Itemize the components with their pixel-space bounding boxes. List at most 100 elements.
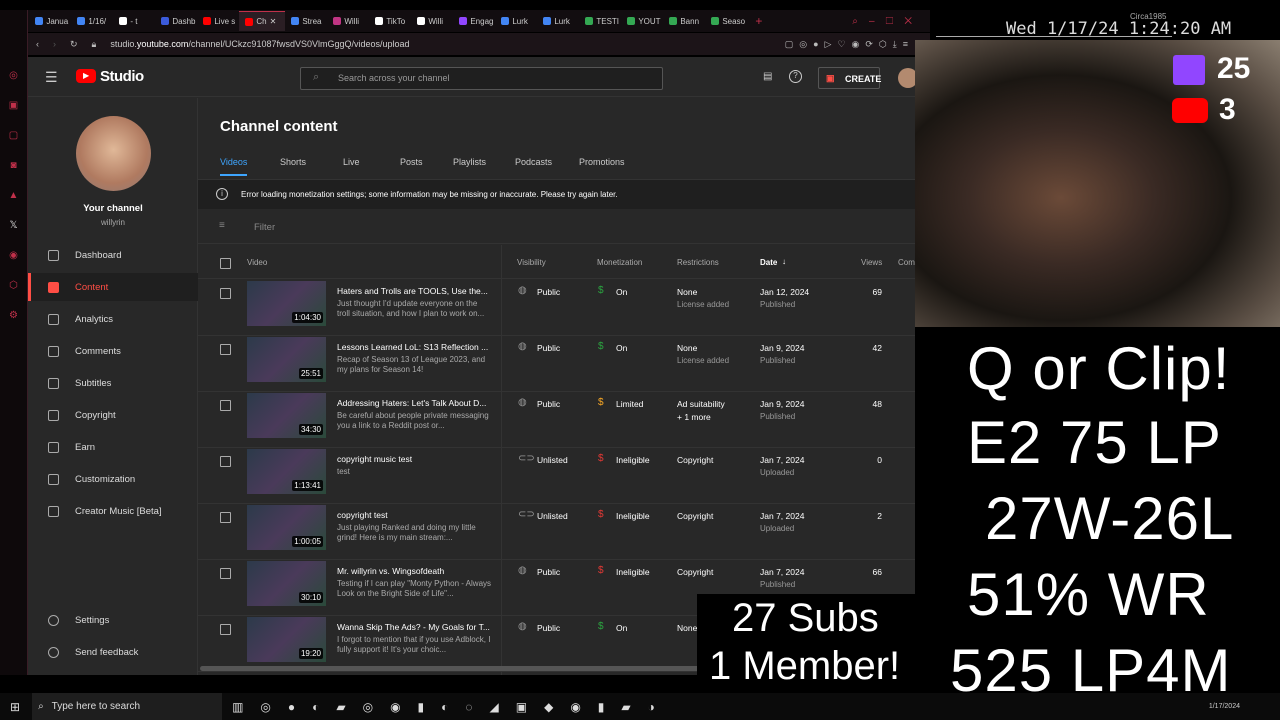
taskbar-search[interactable]: ⌕ Type here to search bbox=[32, 693, 223, 720]
sort-down-icon[interactable]: ↓ bbox=[782, 257, 786, 266]
video-row[interactable]: 1:13:41 copyright music test test ⊂⊃ Unl… bbox=[198, 448, 915, 504]
messenger-icon[interactable]: ◉ bbox=[0, 250, 27, 261]
video-row[interactable]: 34:30 Addressing Haters: Let's Talk Abou… bbox=[198, 392, 915, 448]
restriction-value[interactable]: Copyright bbox=[677, 455, 713, 465]
settings-icon[interactable]: ⚙ bbox=[0, 310, 27, 321]
sidebar-item[interactable]: Content bbox=[28, 273, 198, 301]
browser-tab[interactable]: Lurk bbox=[495, 11, 537, 31]
monetization-value[interactable]: Ineligible bbox=[616, 511, 650, 521]
row-checkbox[interactable] bbox=[220, 344, 231, 355]
back-icon[interactable]: ‹ bbox=[36, 39, 39, 49]
restriction-value[interactable]: None bbox=[677, 287, 697, 297]
monetization-value[interactable]: Limited bbox=[616, 399, 643, 409]
window-controls[interactable]: ⌕ – ☐ ✕ bbox=[852, 16, 912, 27]
column-restrictions[interactable]: Restrictions bbox=[677, 258, 719, 267]
video-title[interactable]: Addressing Haters: Let's Talk About D... bbox=[337, 398, 486, 408]
monetization-value[interactable]: On bbox=[616, 343, 627, 353]
browser-tab[interactable]: 1/16/ bbox=[71, 11, 113, 31]
video-row[interactable]: 1:04:30 Haters and Trolls are TOOLS, Use… bbox=[198, 280, 915, 336]
tab-promotions[interactable]: Promotions bbox=[579, 157, 625, 174]
account-avatar[interactable] bbox=[898, 68, 915, 88]
browser-tab[interactable]: Lurk bbox=[537, 11, 579, 31]
monetization-value[interactable]: On bbox=[616, 287, 627, 297]
video-thumbnail[interactable]: 19:20 bbox=[247, 617, 326, 662]
browser-tab[interactable]: Strea bbox=[285, 11, 327, 31]
search-input[interactable]: ⌕ Search across your channel bbox=[300, 67, 663, 90]
instagram-icon[interactable]: ◙ bbox=[0, 160, 27, 171]
sidebar-item[interactable]: Copyright bbox=[28, 401, 198, 429]
browser-tab[interactable]: Live s bbox=[197, 11, 239, 31]
browser-tab[interactable]: TESTI bbox=[579, 11, 621, 31]
row-checkbox[interactable] bbox=[220, 456, 231, 467]
sidebar-item[interactable]: Comments bbox=[28, 337, 198, 365]
visibility-value[interactable]: Public bbox=[537, 287, 560, 297]
windows-start-icon[interactable]: ⊞ bbox=[0, 700, 32, 714]
url-text[interactable]: studio.youtube.com/channel/UCkzc91087fws… bbox=[110, 39, 409, 49]
sidebar-item[interactable]: Earn bbox=[28, 433, 198, 461]
visibility-value[interactable]: Unlisted bbox=[537, 455, 568, 465]
studio-logo[interactable]: Studio bbox=[100, 68, 144, 85]
taskbar-apps[interactable]: ▥◎●◐▰◎◉▮◐◌◢▣◆◉▮▰◑ bbox=[232, 700, 672, 714]
visibility-value[interactable]: Public bbox=[537, 399, 560, 409]
monetization-value[interactable]: On bbox=[616, 623, 627, 633]
forward-icon[interactable]: › bbox=[53, 39, 56, 49]
column-visibility[interactable]: Visibility bbox=[517, 258, 546, 267]
row-checkbox[interactable] bbox=[220, 400, 231, 411]
video-title[interactable]: Mr. willyrin vs. Wingsofdeath bbox=[337, 566, 444, 576]
video-title[interactable]: Haters and Trolls are TOOLS, Use the... bbox=[337, 286, 488, 296]
video-thumbnail[interactable]: 1:04:30 bbox=[247, 281, 326, 326]
x-icon[interactable]: 𝕏 bbox=[0, 220, 27, 231]
video-title[interactable]: Wanna Skip The Ads? - My Goals for T... bbox=[337, 622, 490, 632]
browser-tab[interactable]: Ch ✕ bbox=[239, 11, 286, 31]
twitch-icon[interactable]: ▢ bbox=[0, 130, 27, 141]
browser-tab[interactable]: Dashb bbox=[155, 11, 197, 31]
help-icon[interactable]: ? bbox=[789, 70, 802, 83]
sidebar-item[interactable]: Dashboard bbox=[28, 241, 198, 269]
video-row[interactable]: 1:00:05 copyright test Just playing Rank… bbox=[198, 504, 915, 560]
row-checkbox[interactable] bbox=[220, 512, 231, 523]
reload-icon[interactable]: ↻ bbox=[70, 39, 78, 50]
restriction-value[interactable]: Copyright bbox=[677, 511, 713, 521]
column-views[interactable]: Views bbox=[861, 258, 882, 267]
your-channel-label[interactable]: Your channel bbox=[28, 203, 198, 214]
create-button[interactable]: ▣ CREATE bbox=[818, 67, 881, 89]
tab-videos[interactable]: Videos bbox=[220, 157, 248, 176]
tab-shorts[interactable]: Shorts bbox=[280, 157, 306, 174]
browser-tab[interactable]: Seaso bbox=[705, 11, 747, 31]
video-thumbnail[interactable]: 30:10 bbox=[247, 561, 326, 606]
tab-posts[interactable]: Posts bbox=[400, 157, 423, 174]
video-title[interactable]: Lessons Learned LoL: S13 Reflection ... bbox=[337, 342, 488, 352]
browser-tab[interactable]: YOUT bbox=[621, 11, 663, 31]
channel-avatar[interactable] bbox=[76, 116, 151, 191]
sidebar-item[interactable]: Subtitles bbox=[28, 369, 198, 397]
browser-tab[interactable]: Willi bbox=[327, 11, 369, 31]
tab-playlists[interactable]: Playlists bbox=[453, 157, 486, 174]
visibility-value[interactable]: Unlisted bbox=[537, 511, 568, 521]
browser-tab[interactable]: Willi bbox=[411, 11, 453, 31]
sidebar-item[interactable]: Send feedback bbox=[28, 638, 198, 666]
sidebar-item[interactable]: Creator Music [Beta] bbox=[28, 497, 198, 525]
aria-icon[interactable]: ▲ bbox=[0, 190, 27, 201]
tab-live[interactable]: Live bbox=[343, 157, 360, 174]
close-tab-icon[interactable]: ✕ bbox=[270, 17, 277, 26]
visibility-value[interactable]: Public bbox=[537, 343, 560, 353]
restriction-value[interactable]: None bbox=[677, 343, 697, 353]
column-comments[interactable]: Comm bbox=[898, 258, 915, 267]
new-tab-button[interactable]: + bbox=[755, 14, 762, 28]
restriction-value[interactable]: Copyright bbox=[677, 567, 713, 577]
video-title[interactable]: copyright test bbox=[337, 510, 388, 520]
feedback-icon[interactable]: ▤ bbox=[763, 71, 772, 82]
shopping-icon[interactable]: ▣ bbox=[0, 100, 27, 111]
browser-toolbar-icons[interactable]: ▢◎●▷♡◉⟳⬡⤓≡ bbox=[785, 39, 914, 50]
tab-podcasts[interactable]: Podcasts bbox=[515, 157, 552, 174]
browser-tab[interactable]: Engag bbox=[453, 11, 495, 31]
filter-icon[interactable]: ≡ bbox=[219, 220, 225, 231]
monetization-value[interactable]: Ineligible bbox=[616, 567, 650, 577]
browser-tab[interactable]: Janua bbox=[29, 11, 71, 31]
filter-input[interactable]: Filter bbox=[254, 222, 275, 233]
row-checkbox[interactable] bbox=[220, 288, 231, 299]
video-thumbnail[interactable]: 1:00:05 bbox=[247, 505, 326, 550]
horizontal-scrollbar[interactable] bbox=[200, 666, 700, 671]
browser-tab[interactable]: - t bbox=[113, 11, 155, 31]
restriction-value[interactable]: Ad suitability bbox=[677, 399, 725, 409]
